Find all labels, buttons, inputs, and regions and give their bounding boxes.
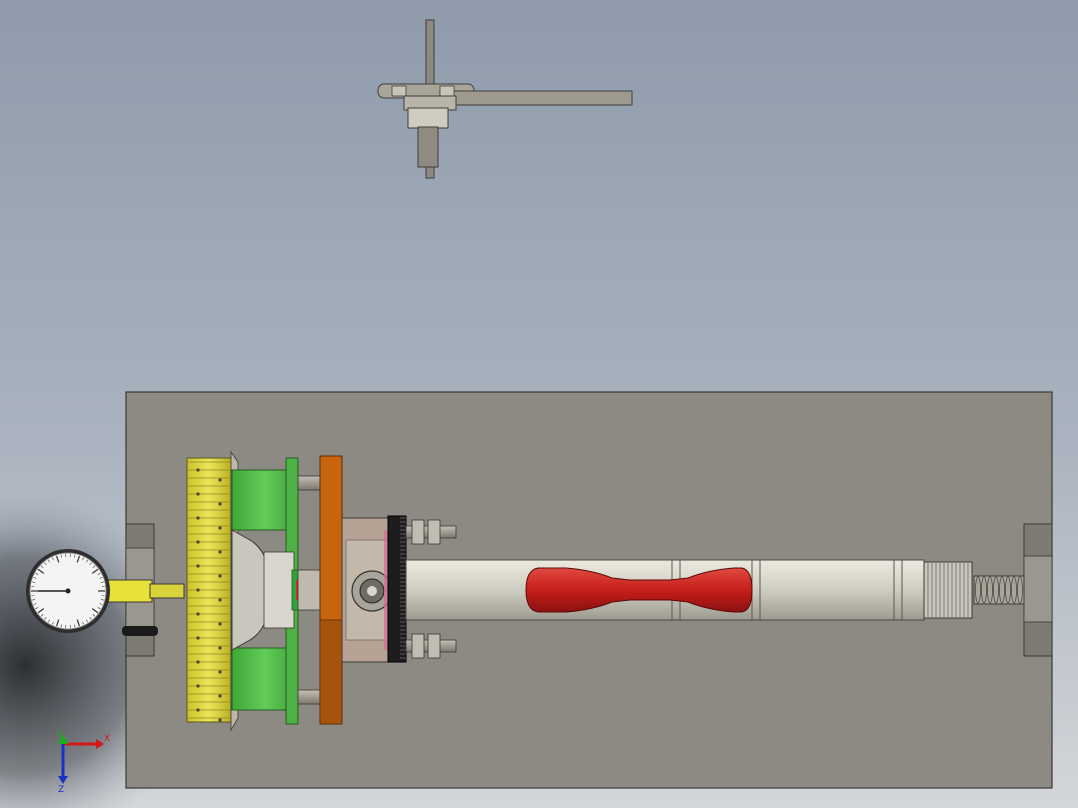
gear-hole (196, 708, 200, 712)
gear-hole (196, 540, 200, 544)
gear-hole (218, 502, 222, 506)
gear-hole (218, 670, 222, 674)
gear-hole (196, 684, 200, 688)
bearing-housing[interactable] (341, 517, 393, 663)
green-housing[interactable] (231, 457, 304, 725)
gear-hole (196, 516, 200, 520)
gear-hole (218, 478, 222, 482)
cad-viewport[interactable]: X Y Z (0, 0, 1078, 808)
gear-hole (218, 646, 222, 650)
gear-hole (196, 492, 200, 496)
gear-hole (196, 588, 200, 592)
gear-hole (218, 550, 222, 554)
yellow-gear[interactable] (186, 450, 239, 732)
gear-hole (218, 694, 222, 698)
gear-hole (218, 574, 222, 578)
gear-hole (218, 622, 222, 626)
orange-flange[interactable] (319, 455, 343, 725)
triad-z-label: Z (58, 785, 64, 795)
gear-hole (196, 564, 200, 568)
gear-hole (196, 468, 200, 472)
gear-hole (196, 636, 200, 640)
triad-y-label: Y (55, 730, 62, 740)
spline-end[interactable] (923, 561, 973, 619)
gear-hole (218, 526, 222, 530)
gear-hole (196, 612, 200, 616)
gear-hole (196, 660, 200, 664)
triad-x-label: X (104, 734, 110, 744)
threaded-end[interactable] (973, 575, 1025, 605)
right-support-block[interactable] (1023, 523, 1053, 657)
gear-hole (218, 598, 222, 602)
black-gear-ring[interactable] (387, 515, 407, 663)
gear-hole (218, 718, 222, 722)
